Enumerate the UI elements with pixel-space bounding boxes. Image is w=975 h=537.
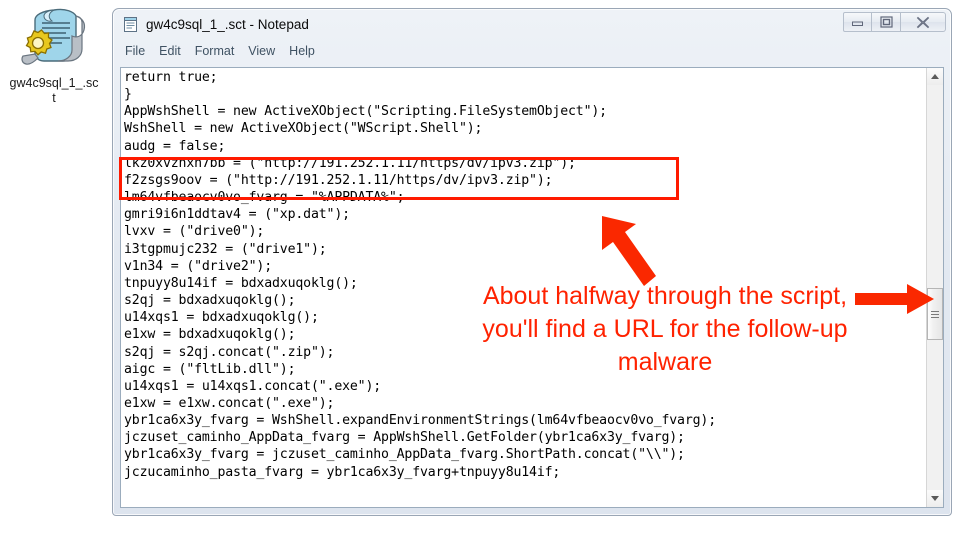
script-source-text[interactable]: return true; } AppWshShell = new ActiveX… bbox=[124, 69, 924, 481]
sct-script-file-icon bbox=[8, 6, 100, 72]
menu-item-help[interactable]: Help bbox=[289, 44, 315, 58]
restore-icon bbox=[879, 16, 893, 28]
minimize-icon bbox=[852, 21, 863, 26]
notepad-icon bbox=[122, 16, 139, 33]
annotation-callout-text: About halfway through the script, you'll… bbox=[482, 282, 848, 376]
scroll-up-button[interactable] bbox=[927, 68, 943, 85]
window-title: gw4c9sql_1_.sct - Notepad bbox=[146, 17, 309, 32]
window-controls[interactable] bbox=[843, 12, 946, 32]
window-titlebar[interactable]: gw4c9sql_1_.sct - Notepad bbox=[113, 9, 951, 40]
close-icon bbox=[916, 16, 930, 28]
scroll-down-icon bbox=[931, 496, 939, 501]
menu-item-edit[interactable]: Edit bbox=[159, 44, 181, 58]
minimize-button[interactable] bbox=[843, 12, 872, 32]
desktop-icon-gw4c9sql[interactable]: gw4c9sql_1_.sct bbox=[8, 6, 100, 106]
close-button[interactable] bbox=[901, 12, 946, 32]
desktop-icon-label: gw4c9sql_1_.sct bbox=[9, 76, 99, 105]
menu-item-file[interactable]: File bbox=[125, 44, 145, 58]
restore-button[interactable] bbox=[872, 12, 901, 32]
menu-item-view[interactable]: View bbox=[248, 44, 275, 58]
menu-item-format[interactable]: Format bbox=[195, 44, 235, 58]
scroll-down-button[interactable] bbox=[927, 490, 943, 507]
arrow-right-icon bbox=[855, 282, 935, 316]
menubar[interactable]: File Edit Format View Help bbox=[113, 40, 951, 61]
notepad-window[interactable]: gw4c9sql_1_.sct - Notepad File Edit Form… bbox=[112, 8, 952, 516]
arrow-up-left-icon bbox=[596, 212, 662, 290]
scroll-up-icon bbox=[931, 74, 939, 79]
